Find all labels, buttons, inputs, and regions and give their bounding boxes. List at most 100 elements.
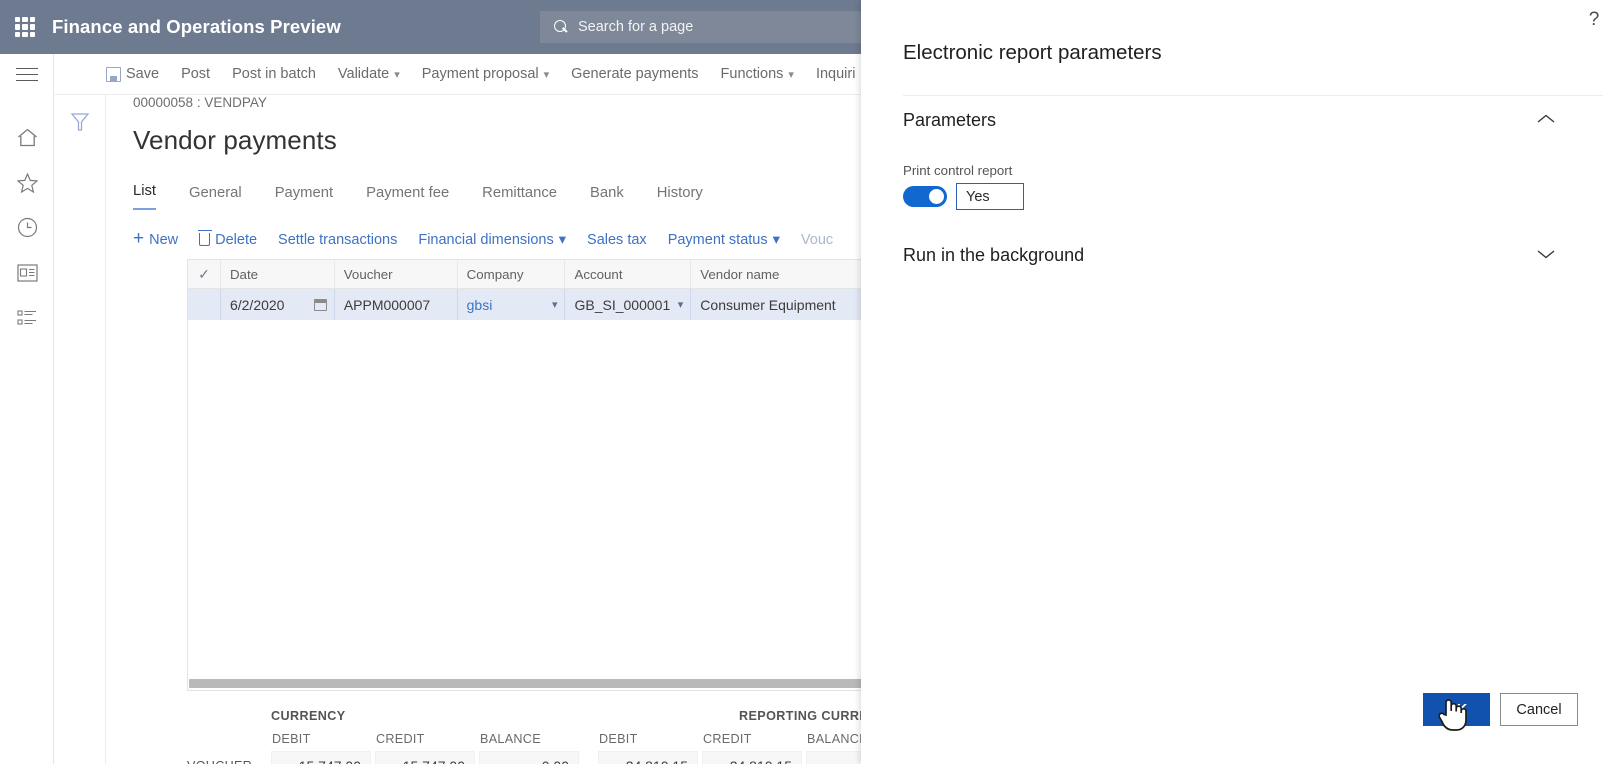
dialog-title-divider <box>903 95 1603 96</box>
chevron-up-icon[interactable] <box>1536 112 1556 130</box>
tab-strip: List General Payment Payment fee Remitta… <box>133 183 703 210</box>
cancel-button[interactable]: Cancel <box>1500 693 1578 726</box>
action-functions-label: Functions <box>720 66 784 82</box>
list-icon[interactable] <box>0 295 54 340</box>
clock-icon[interactable] <box>0 205 54 250</box>
totals-row-label: VOUCHER <box>187 759 271 764</box>
action-generate-payments-label: Generate payments <box>571 66 699 82</box>
calendar-icon[interactable] <box>313 298 327 311</box>
grid-header-company[interactable]: Company <box>457 260 566 288</box>
checkmark-icon: ✓ <box>198 265 210 282</box>
ok-button[interactable]: OK <box>1423 693 1490 726</box>
grid-header-voucher[interactable]: Voucher <box>334 260 458 288</box>
action-validate[interactable]: Validate ▾ <box>338 66 400 82</box>
chevron-down-icon: ▾ <box>543 68 550 81</box>
grid-select-all-header[interactable]: ✓ <box>188 260 221 288</box>
electronic-report-parameters-dialog: ? Electronic report parameters Parameter… <box>861 0 1620 764</box>
currency-group-label: CURRENCY <box>271 709 346 723</box>
home-icon[interactable] <box>0 115 54 160</box>
app-launcher-waffle-icon[interactable] <box>12 14 38 40</box>
chevron-down-icon[interactable]: ▾ <box>552 298 558 311</box>
dialog-button-row: OK Cancel <box>1423 693 1578 726</box>
star-icon[interactable] <box>0 160 54 205</box>
workspace-icon[interactable] <box>0 250 54 295</box>
new-button[interactable]: + New <box>133 228 178 249</box>
question-mark-help-icon[interactable]: ? <box>1582 8 1606 32</box>
app-title: Finance and Operations Preview <box>52 16 341 37</box>
page-title: Vendor payments <box>133 125 337 155</box>
print-control-report-label: Print control report <box>903 163 1013 178</box>
search-placeholder: Search for a page <box>578 19 694 35</box>
grid-header-vendor-name[interactable]: Vendor name <box>691 260 886 288</box>
voucher-button[interactable]: Vouc <box>801 232 833 248</box>
action-post-label: Post <box>181 66 211 82</box>
action-post-in-batch[interactable]: Post in batch <box>232 66 316 82</box>
action-inquiries-label: Inquiri <box>815 66 856 82</box>
tab-payment-fee[interactable]: Payment fee <box>366 185 449 210</box>
cell-voucher[interactable]: APPM000007 <box>335 289 458 320</box>
chevron-down-icon: ▾ <box>788 68 794 81</box>
left-navigation-rail <box>0 54 54 764</box>
grid-header-date[interactable]: Date <box>220 260 335 288</box>
toggle-knob <box>929 189 944 204</box>
delete-button[interactable]: Delete <box>197 230 258 248</box>
tab-bank[interactable]: Bank <box>590 185 624 210</box>
search-icon <box>554 19 569 35</box>
header-currency-balance: BALANCE <box>480 732 541 746</box>
run-in-background-group-header[interactable]: Run in the background <box>903 245 1556 266</box>
sales-tax-button[interactable]: Sales tax <box>587 232 647 248</box>
action-generate-payments[interactable]: Generate payments <box>571 66 698 82</box>
voucher-reporting-credit[interactable]: 24,810.15 <box>702 751 802 764</box>
tab-payment[interactable]: Payment <box>275 185 333 210</box>
action-payment-proposal[interactable]: Payment proposal ▾ <box>422 66 549 82</box>
cell-vendor-name[interactable]: Consumer Equipment <box>691 289 886 320</box>
parameters-group-header[interactable]: Parameters <box>903 110 1556 131</box>
action-post-in-batch-label: Post in batch <box>232 66 316 82</box>
print-control-report-field: Yes <box>903 183 1024 210</box>
tab-general[interactable]: General <box>189 185 242 210</box>
header-reporting-credit: CREDIT <box>703 732 752 746</box>
hamburger-menu-icon[interactable] <box>0 54 54 95</box>
chevron-down-icon: ▾ <box>394 68 400 81</box>
delete-label: Delete <box>215 231 258 248</box>
chevron-down-icon[interactable]: ▾ <box>678 298 684 311</box>
plus-icon: + <box>133 228 145 249</box>
financial-dimensions-button[interactable]: Financial dimensions ▾ <box>418 232 566 248</box>
voucher-currency-balance[interactable]: 0.00 <box>479 751 579 764</box>
chevron-down-icon[interactable] <box>1536 247 1556 265</box>
tab-remittance[interactable]: Remittance <box>482 185 557 210</box>
tab-history[interactable]: History <box>657 185 703 210</box>
action-post[interactable]: Post <box>181 66 210 82</box>
grid-toolbar: + New Delete Settle transactions Financi… <box>133 228 833 249</box>
voucher-currency-credit[interactable]: 15,747.00 <box>375 751 475 764</box>
header-currency-credit: CREDIT <box>376 732 425 746</box>
page-header: 00000058 : VENDPAY Vendor payments <box>133 95 337 156</box>
action-validate-label: Validate <box>337 66 390 82</box>
cell-date[interactable]: 6/2/2020 <box>221 289 335 320</box>
action-inquiries[interactable]: Inquiri <box>816 66 856 82</box>
parameters-group-title: Parameters <box>903 110 997 130</box>
payment-status-button[interactable]: Payment status ▾ <box>668 232 780 248</box>
action-functions[interactable]: Functions ▾ <box>721 66 794 82</box>
header-reporting-debit: DEBIT <box>599 732 638 746</box>
voucher-currency-debit[interactable]: 15,747.00 <box>271 751 371 764</box>
dialog-title: Electronic report parameters <box>903 41 1162 64</box>
save-disk-icon <box>106 66 121 82</box>
filter-funnel-icon[interactable] <box>69 111 91 764</box>
grid-header-account[interactable]: Account <box>565 260 692 288</box>
chevron-down-icon: ▾ <box>558 231 567 248</box>
row-select-cell[interactable] <box>188 289 221 320</box>
tab-list[interactable]: List <box>133 183 157 210</box>
cell-company[interactable]: gbsi ▾ <box>458 289 566 320</box>
application-window: Finance and Operations Preview Search fo… <box>0 0 1620 764</box>
save-button[interactable]: Save <box>106 66 159 82</box>
filter-column <box>54 95 106 764</box>
run-in-background-group-title: Run in the background <box>903 245 1085 265</box>
voucher-reporting-debit[interactable]: 24,810.15 <box>598 751 698 764</box>
chevron-down-icon: ▾ <box>772 231 780 248</box>
cell-account[interactable]: GB_SI_000001 ▾ <box>565 289 692 320</box>
save-label: Save <box>126 66 160 82</box>
print-control-report-input[interactable]: Yes <box>956 183 1024 210</box>
print-control-report-toggle[interactable] <box>903 186 947 207</box>
settle-transactions-button[interactable]: Settle transactions <box>278 232 397 248</box>
